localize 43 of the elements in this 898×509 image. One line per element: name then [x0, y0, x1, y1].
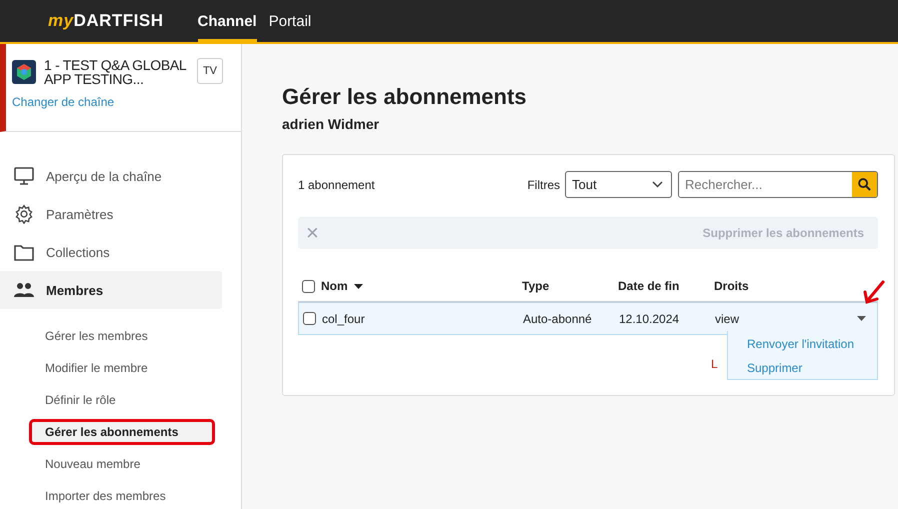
sidebar-item[interactable]: Membres	[0, 271, 222, 309]
page-title: Gérer les abonnements	[282, 84, 528, 110]
sidebar-subitem[interactable]: Nouveau membre	[29, 451, 215, 477]
filter-label: Filtres	[527, 178, 560, 192]
folder-icon	[14, 244, 34, 260]
table-cell: 12.10.2024	[619, 312, 680, 326]
select-all-checkbox[interactable]	[302, 280, 315, 292]
sidebar-subitem[interactable]: Définir le rôle	[29, 387, 215, 413]
monitor-icon	[14, 167, 34, 185]
sidebar-item[interactable]: Aperçu de la chaîne	[0, 157, 222, 195]
page-subtitle: adrien Widmer	[282, 116, 380, 132]
sidebar-subitem[interactable]: Gérer les membres	[29, 323, 215, 349]
search-icon	[858, 178, 871, 191]
tv-badge[interactable]: TV	[196, 58, 223, 84]
search-field[interactable]: Rechercher...	[678, 171, 878, 198]
column-header[interactable]: Type	[522, 279, 550, 293]
column-header[interactable]: Date de fin	[618, 279, 680, 293]
logo: myDARTFISH	[48, 11, 164, 31]
sidebar-subitem[interactable]: Modifier le membre	[29, 355, 215, 381]
users-icon	[14, 282, 34, 298]
table-cell: Auto-abonné	[523, 312, 592, 326]
sidebar-subitem[interactable]: Importer des membres	[29, 483, 215, 509]
chevron-icon	[652, 181, 663, 188]
table-cell: col_four	[322, 312, 365, 326]
subscription-count: 1 abonnement	[298, 178, 375, 192]
sidebar-subitem[interactable]: Gérer les abonnements	[29, 419, 215, 445]
nav-tab[interactable]: Portail	[268, 0, 312, 42]
row-checkbox[interactable]	[303, 312, 316, 325]
search-button[interactable]	[852, 172, 877, 197]
column-header[interactable]: Droits	[714, 279, 749, 293]
table-cell: view	[715, 312, 740, 326]
column-header[interactable]: Nom	[321, 279, 348, 293]
sidebar-item[interactable]: Paramètres	[0, 195, 222, 233]
channel-name: 1 - TEST Q&A GLOBAL APP TESTING...	[44, 58, 188, 86]
sidebar-item[interactable]: Collections	[0, 233, 222, 271]
change-channel-link[interactable]: Changer de chaîne	[12, 95, 114, 109]
channel-logo-icon	[12, 60, 36, 84]
filter-select[interactable]: Tout	[565, 171, 672, 198]
footer-text: L	[711, 357, 718, 371]
arrow-annotation-icon	[862, 280, 886, 306]
settings-icon	[14, 204, 34, 224]
table-row[interactable]: col_four Auto-abonné 12.10.2024 view	[298, 303, 878, 335]
caret-icon[interactable]	[857, 316, 866, 321]
